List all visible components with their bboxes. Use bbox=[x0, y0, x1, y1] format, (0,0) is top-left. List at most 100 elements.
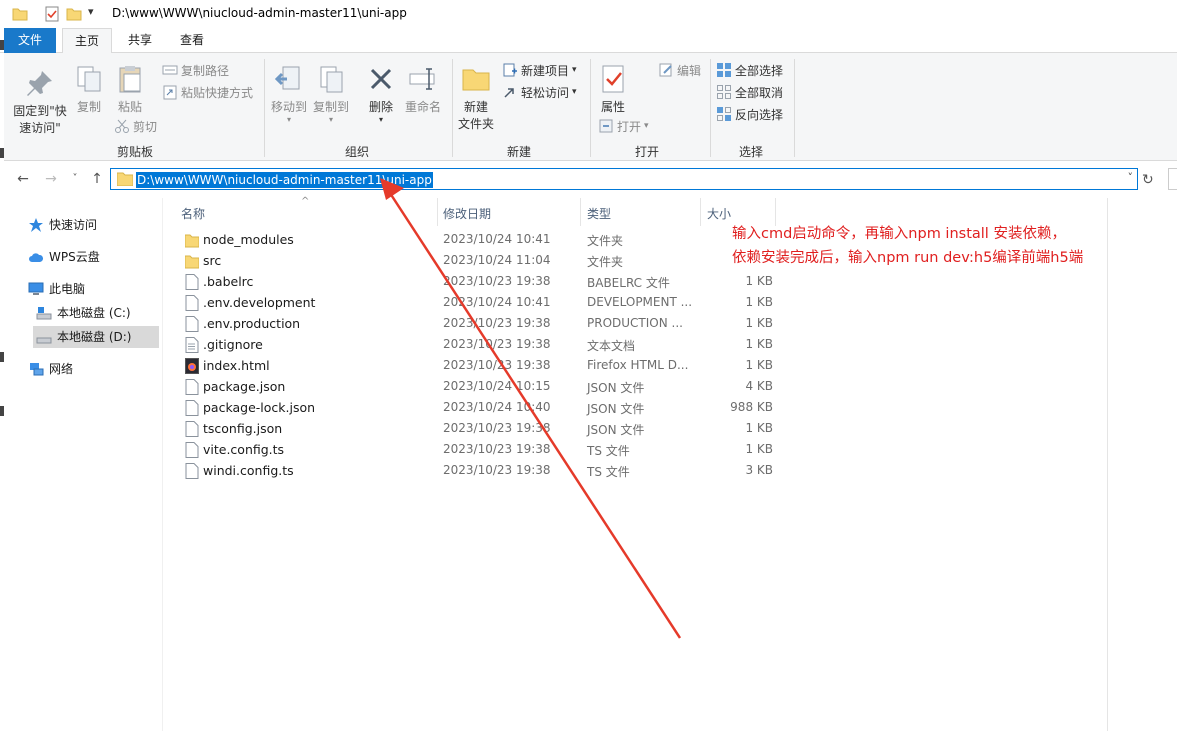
file-row[interactable]: package.json 2023/10/24 10:15 JSON 文件 4 KB bbox=[163, 377, 1109, 398]
file-row[interactable]: tsconfig.json 2023/10/23 19:38 JSON 文件 1 KB bbox=[163, 419, 1109, 440]
move-to-button[interactable]: 移动到 ▾ bbox=[268, 63, 310, 124]
file-size: 3 KB bbox=[745, 463, 773, 477]
nav-this-pc[interactable]: 此电脑 bbox=[28, 278, 85, 300]
group-separator bbox=[590, 59, 591, 157]
quickaccess-dropdown-icon[interactable]: ▾ bbox=[88, 5, 104, 21]
column-separator[interactable] bbox=[580, 198, 581, 226]
scissors-icon bbox=[115, 119, 129, 133]
folder-icon bbox=[185, 234, 199, 248]
copy-button[interactable]: 复制 bbox=[72, 63, 106, 116]
file-name: .gitignore bbox=[203, 337, 263, 352]
properties-button[interactable]: 属性 bbox=[594, 63, 632, 116]
new-item-button[interactable]: 新建项目 ▾ bbox=[502, 61, 577, 79]
file-row[interactable]: .env.production 2023/10/23 19:38 PRODUCTIO… bbox=[163, 314, 1109, 335]
properties-quickaccess-icon[interactable] bbox=[44, 6, 60, 22]
delete-button[interactable]: 删除 ▾ bbox=[364, 63, 398, 124]
copy-path-icon bbox=[162, 65, 178, 75]
select-all-icon bbox=[717, 63, 731, 77]
nav-network[interactable]: 网络 bbox=[28, 358, 73, 380]
column-header-date[interactable]: 修改日期 bbox=[443, 204, 491, 224]
address-bar[interactable]: D:\www\WWW\niucloud-admin-master11\uni-a… bbox=[110, 168, 1138, 190]
file-row[interactable]: index.html 2023/10/23 19:38 Firefox HTML D… bbox=[163, 356, 1109, 377]
file-size: 1 KB bbox=[745, 421, 773, 435]
tab-share[interactable]: 共享 bbox=[118, 28, 162, 53]
network-icon bbox=[30, 363, 44, 376]
select-none-icon bbox=[717, 85, 731, 99]
invert-selection-button[interactable]: 反向选择 bbox=[716, 105, 783, 123]
new-folder-button[interactable]: 新建 文件夹 bbox=[454, 63, 498, 133]
forward-arrow-icon[interactable]: → bbox=[42, 171, 60, 187]
address-dropdown-chevron-icon[interactable]: ˅ bbox=[1128, 171, 1134, 184]
paste-shortcut-button[interactable]: 粘贴快捷方式 bbox=[162, 83, 253, 101]
edit-button[interactable]: 编辑 bbox=[658, 61, 701, 79]
file-size: 1 KB bbox=[745, 337, 773, 351]
folder-icon bbox=[117, 172, 133, 186]
file-type: DEVELOPMENT ... bbox=[587, 295, 693, 309]
group-separator bbox=[264, 59, 265, 157]
nav-disk-c[interactable]: 本地磁盘 (C:) bbox=[36, 302, 131, 324]
copy-to-button[interactable]: 复制到 ▾ bbox=[310, 63, 352, 124]
file-name: .env.production bbox=[203, 316, 301, 331]
rename-button[interactable]: 重命名 bbox=[402, 63, 444, 116]
file-row[interactable]: windi.config.ts 2023/10/23 19:38 TS 文件 3 KB bbox=[163, 461, 1109, 482]
title-bar: ▾ D:\www\WWW\niucloud-admin-master11\uni… bbox=[0, 0, 1177, 28]
instruction-annotation: 输入cmd启动命令，再输入npm install 安装依赖， 依赖安装完成后，输… bbox=[732, 226, 1084, 266]
tab-view[interactable]: 查看 bbox=[170, 28, 214, 53]
file-type: 文件夹 bbox=[587, 234, 624, 248]
file-date: 2023/10/23 19:38 bbox=[443, 463, 551, 477]
file-type: JSON 文件 bbox=[587, 402, 645, 416]
file-type: Firefox HTML D... bbox=[587, 358, 689, 372]
column-separator[interactable] bbox=[700, 198, 701, 226]
column-header-name[interactable]: 名称 bbox=[181, 204, 205, 224]
refresh-icon[interactable]: ↻ bbox=[1142, 172, 1154, 188]
tab-home[interactable]: 主页 bbox=[62, 28, 112, 54]
easy-access-button[interactable]: 轻松访问 ▾ bbox=[502, 83, 577, 101]
address-path[interactable]: D:\www\WWW\niucloud-admin-master11\uni-a… bbox=[136, 172, 433, 188]
recent-locations-chevron-icon[interactable]: ˅ bbox=[66, 173, 84, 184]
drive-c-icon bbox=[36, 307, 52, 320]
pin-to-quick-access-button[interactable]: 固定到"快 速访问" bbox=[8, 67, 72, 137]
tab-file[interactable]: 文件 bbox=[4, 28, 56, 53]
file-row[interactable]: .babelrc 2023/10/23 19:38 BABELRC 文件 1 KB bbox=[163, 272, 1109, 293]
move-to-dropdown-icon: ▾ bbox=[286, 115, 291, 124]
file-date: 2023/10/23 19:38 bbox=[443, 337, 551, 351]
file-type: JSON 文件 bbox=[587, 423, 645, 437]
new-item-icon bbox=[503, 63, 517, 77]
select-all-button[interactable]: 全部选择 bbox=[716, 61, 783, 79]
column-header-type[interactable]: 类型 bbox=[587, 204, 611, 224]
file-size: 4 KB bbox=[745, 379, 773, 393]
edit-icon bbox=[659, 63, 672, 77]
file-date: 2023/10/24 10:40 bbox=[443, 400, 551, 414]
search-input[interactable] bbox=[1168, 168, 1177, 190]
window-title: D:\www\WWW\niucloud-admin-master11\uni-a… bbox=[112, 6, 407, 20]
file-date: 2023/10/23 19:38 bbox=[443, 442, 551, 456]
file-type: JSON 文件 bbox=[587, 381, 645, 395]
up-arrow-icon[interactable]: ↑ bbox=[88, 171, 106, 187]
file-row[interactable]: vite.config.ts 2023/10/23 19:38 TS 文件 1 KB bbox=[163, 440, 1109, 461]
file-row[interactable]: .gitignore 2023/10/23 19:38 文本文档 1 KB bbox=[163, 335, 1109, 356]
file-date: 2023/10/24 11:04 bbox=[443, 253, 551, 267]
back-arrow-icon[interactable]: ← bbox=[14, 171, 32, 187]
column-separator[interactable] bbox=[437, 198, 438, 226]
new-folder-quickaccess-icon[interactable] bbox=[66, 6, 82, 22]
copy-path-button[interactable]: 复制路径 bbox=[162, 61, 229, 79]
folder-icon bbox=[185, 255, 199, 269]
nav-disk-d[interactable]: 本地磁盘 (D:) bbox=[33, 326, 159, 348]
file-row[interactable]: package-lock.json 2023/10/24 10:40 JSON 文件… bbox=[163, 398, 1109, 419]
select-none-button[interactable]: 全部取消 bbox=[716, 83, 783, 101]
file-name: .babelrc bbox=[203, 274, 254, 289]
file-date: 2023/10/24 10:15 bbox=[443, 379, 551, 393]
file-name: package-lock.json bbox=[203, 400, 316, 415]
nav-wps-cloud[interactable]: WPS云盘 bbox=[28, 246, 100, 268]
file-row[interactable]: .env.development 2023/10/24 10:41 DEVELOPM… bbox=[163, 293, 1109, 314]
column-header-size[interactable]: 大小 bbox=[707, 204, 731, 224]
drive-d-icon bbox=[36, 337, 52, 344]
copy-icon bbox=[77, 66, 101, 92]
cut-button[interactable]: 剪切 bbox=[114, 117, 157, 135]
sort-ascending-icon: ^ bbox=[301, 196, 310, 207]
delete-dropdown-icon: ▾ bbox=[378, 115, 383, 124]
nav-quick-access[interactable]: 快速访问 bbox=[28, 214, 97, 236]
paste-button[interactable]: 粘贴 bbox=[112, 63, 148, 116]
open-button[interactable]: 打开 ▾ bbox=[598, 117, 649, 135]
file-icon bbox=[185, 421, 199, 437]
